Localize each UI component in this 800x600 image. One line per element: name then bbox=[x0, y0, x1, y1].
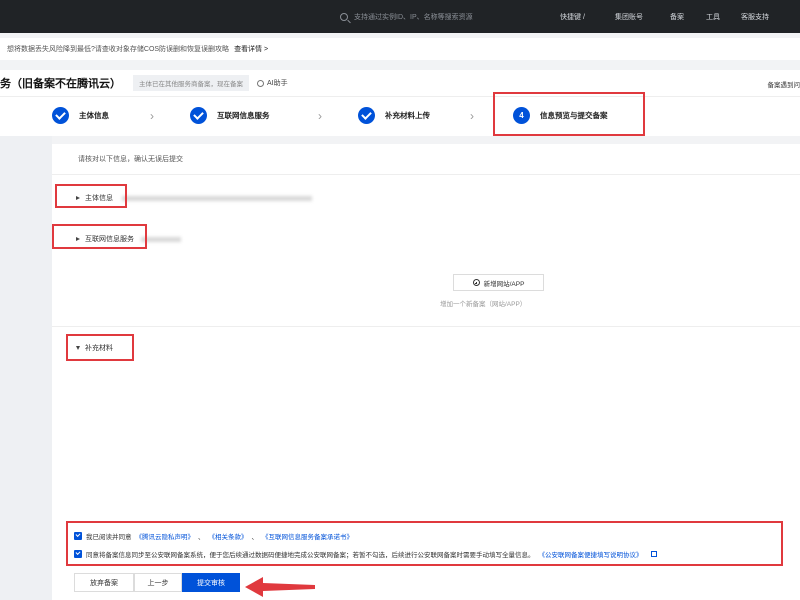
section-title: 补充材料 bbox=[85, 345, 113, 352]
arrow-left-icon bbox=[245, 577, 315, 597]
check-icon bbox=[52, 107, 69, 124]
previous-step-button[interactable]: 上一步 bbox=[134, 573, 182, 592]
chevron-right-icon: › bbox=[318, 109, 322, 123]
caret-down-icon bbox=[76, 346, 80, 350]
caret-right-icon bbox=[76, 196, 80, 200]
redacted-text bbox=[141, 236, 181, 242]
add-site-button[interactable]: 新增网站/APP bbox=[453, 274, 544, 291]
divider bbox=[52, 174, 800, 175]
progress-steps: 主体信息 › 互联网信息服务 › 补充材料上传 › 4 信息预览与提交备案 bbox=[0, 96, 800, 136]
ai-assistant-label: AI助手 bbox=[267, 80, 288, 87]
review-hint: 请核对以下信息，确认无误后提交 bbox=[78, 156, 183, 163]
redacted-text bbox=[122, 195, 312, 201]
step-subject-info: 主体信息 bbox=[52, 107, 109, 124]
step-label: 补充材料上传 bbox=[385, 111, 430, 120]
privacy-link[interactable]: 《腾讯云隐私声明》 bbox=[136, 531, 195, 541]
divider bbox=[52, 326, 800, 327]
agreement-sync: 同意将备案信息同步至公安联网备案系统，便于您后续通过数据码便捷地完成公安联网备案… bbox=[74, 549, 657, 559]
notice-text: 想将数据丢失风险降到最低?请查收对象存储COS防误删和恢复误删攻略 bbox=[7, 46, 230, 53]
sync-text: 同意将备案信息同步至公安联网备案系统，便于您后续通过数据码便捷地完成公安联网备案… bbox=[86, 552, 535, 559]
separator: 、 bbox=[251, 534, 259, 541]
submit-review-button[interactable]: 提交审核 bbox=[182, 573, 240, 592]
notice-details-link[interactable]: 查看详情 > bbox=[234, 44, 268, 54]
nav-group-account[interactable]: 集团账号 bbox=[615, 12, 643, 22]
step-preview-submit: 4 信息预览与提交备案 bbox=[513, 107, 608, 124]
step-number: 4 bbox=[513, 107, 530, 124]
section-title: 互联网信息服务 bbox=[85, 236, 134, 243]
nav-shortcut[interactable]: 快捷键 / bbox=[560, 12, 585, 22]
top-navigation-bar: 支持通过实例ID、IP、名称等搜索资源 快捷键 / 集团账号 备案 工具 客服支… bbox=[0, 0, 800, 33]
search-icon bbox=[340, 13, 348, 21]
filing-help-link[interactable]: 备案遇到问 bbox=[768, 79, 800, 89]
abandon-filing-button[interactable]: 放弃备案 bbox=[74, 573, 134, 592]
chevron-right-icon: › bbox=[470, 109, 474, 123]
plus-icon bbox=[472, 279, 480, 286]
step-label: 信息预览与提交备案 bbox=[540, 111, 608, 120]
agreement-prefix: 我已阅读并同意 bbox=[86, 534, 132, 541]
chevron-right-icon: › bbox=[150, 109, 154, 123]
check-icon bbox=[190, 107, 207, 124]
external-link-icon bbox=[650, 551, 657, 557]
global-search[interactable]: 支持通过实例ID、IP、名称等搜索资源 bbox=[340, 8, 575, 26]
terms-checkbox[interactable] bbox=[74, 532, 82, 540]
separator: 、 bbox=[198, 534, 205, 541]
filing-type-badge: 主体已在其他服务商备案，现在备案 bbox=[133, 75, 249, 91]
add-site-label: 新增网站/APP bbox=[483, 280, 525, 288]
nav-tools[interactable]: 工具 bbox=[706, 12, 720, 22]
terms-link[interactable]: 《相关条款》 bbox=[209, 531, 248, 541]
page-header: 务（旧备案不在腾讯云） 主体已在其他服务商备案，现在备案 AI助手 备案遇到问 bbox=[0, 70, 800, 96]
ai-icon bbox=[257, 79, 264, 87]
notice-banner: 想将数据丢失风险降到最低?请查收对象存储COS防误删和恢复误删攻略 查看详情 > bbox=[0, 38, 800, 60]
step-label: 互联网信息服务 bbox=[217, 111, 270, 120]
sync-protocol-link[interactable]: 《公安联网备案便捷填写说明协议》 bbox=[539, 549, 643, 559]
section-internet-service[interactable]: 互联网信息服务 bbox=[76, 234, 181, 244]
section-title: 主体信息 bbox=[85, 195, 113, 202]
search-placeholder: 支持通过实例ID、IP、名称等搜索资源 bbox=[354, 14, 473, 21]
nav-support[interactable]: 客服支持 bbox=[741, 12, 769, 22]
left-margin bbox=[0, 136, 52, 600]
add-site-hint: 增加一个新备案（网站/APP） bbox=[440, 301, 527, 308]
step-supplement-upload: 补充材料上传 bbox=[358, 107, 430, 124]
caret-right-icon bbox=[76, 237, 80, 241]
ai-assistant-button[interactable]: AI助手 bbox=[257, 78, 288, 88]
section-supplement[interactable]: 补充材料 bbox=[76, 343, 113, 353]
section-subject-info[interactable]: 主体信息 bbox=[76, 193, 312, 203]
step-label: 主体信息 bbox=[79, 111, 109, 120]
check-icon bbox=[358, 107, 375, 124]
agreement-terms: 我已阅读并同意 《腾讯云隐私声明》 、 《相关条款》 、 《互联网信息服务备案承… bbox=[74, 531, 353, 541]
page-title: 务（旧备案不在腾讯云） bbox=[0, 78, 121, 90]
step-internet-service: 互联网信息服务 bbox=[190, 107, 270, 124]
sync-checkbox[interactable] bbox=[74, 550, 82, 558]
commitment-link[interactable]: 《互联网信息服务备案承诺书》 bbox=[262, 531, 353, 541]
nav-filing[interactable]: 备案 bbox=[670, 12, 684, 22]
